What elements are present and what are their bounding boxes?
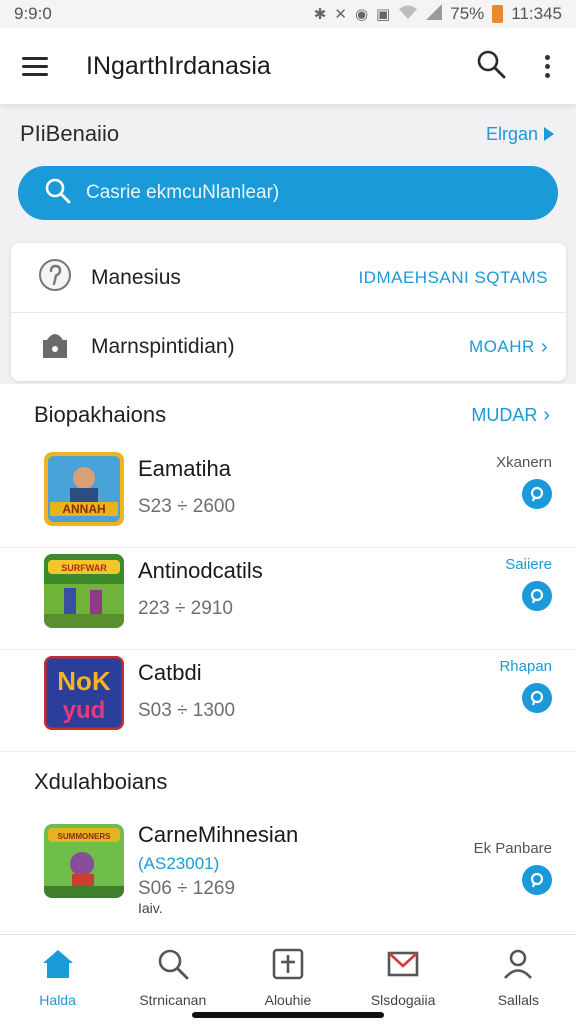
card-row-2-action-label: MOAHR xyxy=(469,337,535,356)
vibrate-icon: ▣ xyxy=(376,6,391,23)
nav-search-label: Strnicanan xyxy=(139,992,207,1008)
list-item[interactable]: SURFWAR Antinodcatils 223 ÷ 2910 Saiiere xyxy=(0,548,576,650)
install-button[interactable] xyxy=(522,683,552,713)
app-price: S23 ÷ 2600 xyxy=(138,496,236,517)
chevron-right-icon: › xyxy=(540,336,548,358)
person-icon xyxy=(501,947,535,986)
menu-icon[interactable] xyxy=(22,56,62,76)
section-header: PIiBenaiio Elrgan xyxy=(20,118,554,150)
list-title: Biopakhaions xyxy=(34,402,167,427)
section-link-label: Elrgan xyxy=(485,123,538,144)
mail-icon xyxy=(386,947,420,986)
battery-percent: 75% xyxy=(450,4,485,23)
game-icon-4: SUMMONERS xyxy=(44,824,124,898)
list-more-link[interactable]: MUDAR › xyxy=(471,405,550,426)
search-bar-icon xyxy=(44,177,72,210)
svg-text:NoK: NoK xyxy=(57,666,111,696)
nav-profile-label: Sallals xyxy=(497,992,539,1008)
app-side-label: Saiiere xyxy=(505,556,552,573)
game-icon-2: SURFWAR xyxy=(44,554,124,628)
play-arrow-icon xyxy=(544,127,554,141)
settings-card: Manesius IDMAEHSANI SQTAMS Marnspintidia… xyxy=(11,243,566,381)
nav-mail-label: Slsdogaiia xyxy=(370,992,436,1008)
app-title: INgarthIrdanasia xyxy=(86,51,271,80)
list-item[interactable]: SUMMONERS CarneMihnesian (AS23001) S06 ÷… xyxy=(0,812,576,932)
app-name: Catbdi xyxy=(138,660,202,685)
app-list-section: Biopakhaions MUDAR › ANNAH Eamatiha S23 … xyxy=(0,384,576,934)
home-indicator[interactable] xyxy=(192,1012,384,1018)
game-icon-3: NoK yud xyxy=(44,656,124,730)
app-side-label: Xkanern xyxy=(496,454,552,471)
install-button[interactable] xyxy=(522,581,552,611)
svg-text:ANNAH: ANNAH xyxy=(62,502,105,516)
status-bar: 9:9:0 ✱ ✕ ◉ ▣ 75% 11:345 xyxy=(0,0,576,28)
card-row-1-action[interactable]: IDMAEHSANI SQTAMS xyxy=(358,268,548,288)
more-vert-icon[interactable] xyxy=(545,54,550,78)
card-row-2-label: Marnspintidian) xyxy=(91,335,235,358)
list-header: Biopakhaions MUDAR › xyxy=(0,384,576,446)
card-row-1-label: Manesius xyxy=(91,265,181,289)
chevron-right-icon: › xyxy=(543,404,550,426)
nav-profile[interactable]: Sallals xyxy=(463,947,573,1024)
nav-home-label: Halda xyxy=(39,992,76,1008)
search-icon xyxy=(156,947,190,986)
svg-text:yud: yud xyxy=(63,697,106,724)
location-icon: ◉ xyxy=(354,6,369,23)
help-circle-icon xyxy=(37,257,73,299)
app-price: S03 ÷ 1300 xyxy=(138,700,236,721)
list-item[interactable]: NoK yud Catbdi S03 ÷ 1300 Rhapan xyxy=(0,650,576,752)
signal-icon xyxy=(426,4,443,24)
section-title: PIiBenaiio xyxy=(20,121,120,146)
svg-text:SURFWAR: SURFWAR xyxy=(61,563,107,573)
status-time-left: 9:9:0 xyxy=(14,4,52,23)
app-name: Eamatiha xyxy=(138,456,231,481)
bluetooth-icon: ✱ xyxy=(313,6,327,23)
app-side-label: Rhapan xyxy=(499,658,552,675)
app-name: Antinodcatils xyxy=(138,558,263,583)
app-side-label: Ek Panbare xyxy=(473,840,552,857)
status-icons: ✱ ✕ ◉ ▣ 75% 11:345 xyxy=(314,4,562,24)
install-button[interactable] xyxy=(522,479,552,509)
card-row-2-action[interactable]: MOAHR › xyxy=(469,337,548,357)
lock-icon xyxy=(37,326,73,368)
search-icon[interactable] xyxy=(475,48,507,85)
subsection-title: Xdulahboians xyxy=(34,769,168,794)
battery-icon xyxy=(492,5,504,23)
status-clock: 11:345 xyxy=(511,4,562,23)
search-bar[interactable] xyxy=(18,166,558,220)
wifi-icon xyxy=(398,4,418,24)
app-note: Iaiv. xyxy=(138,900,163,916)
install-button[interactable] xyxy=(522,865,552,895)
list-more-label: MUDAR xyxy=(471,404,538,425)
app-price: 223 ÷ 2910 xyxy=(138,598,233,619)
svg-text:SUMMONERS: SUMMONERS xyxy=(58,832,112,841)
nav-home[interactable]: Halda xyxy=(3,947,113,1024)
search-input[interactable] xyxy=(86,182,516,204)
list-item[interactable]: ANNAH Eamatiha S23 ÷ 2600 Xkanern xyxy=(0,446,576,548)
app-bar: INgarthIrdanasia xyxy=(0,28,576,104)
mute-icon: ✕ xyxy=(334,6,347,23)
section-link[interactable]: Elrgan xyxy=(486,124,554,145)
add-box-icon xyxy=(271,947,305,986)
game-icon-1: ANNAH xyxy=(44,452,124,526)
card-row-1[interactable]: Manesius IDMAEHSANI SQTAMS xyxy=(11,243,566,312)
nav-add-label: Alouhie xyxy=(264,992,312,1008)
home-icon xyxy=(41,947,75,986)
bottom-nav: Halda Strnicanan Alouhie Slsdogaiia Sall… xyxy=(0,934,576,1024)
card-row-2[interactable]: Marnspintidian) MOAHR › xyxy=(11,312,566,381)
